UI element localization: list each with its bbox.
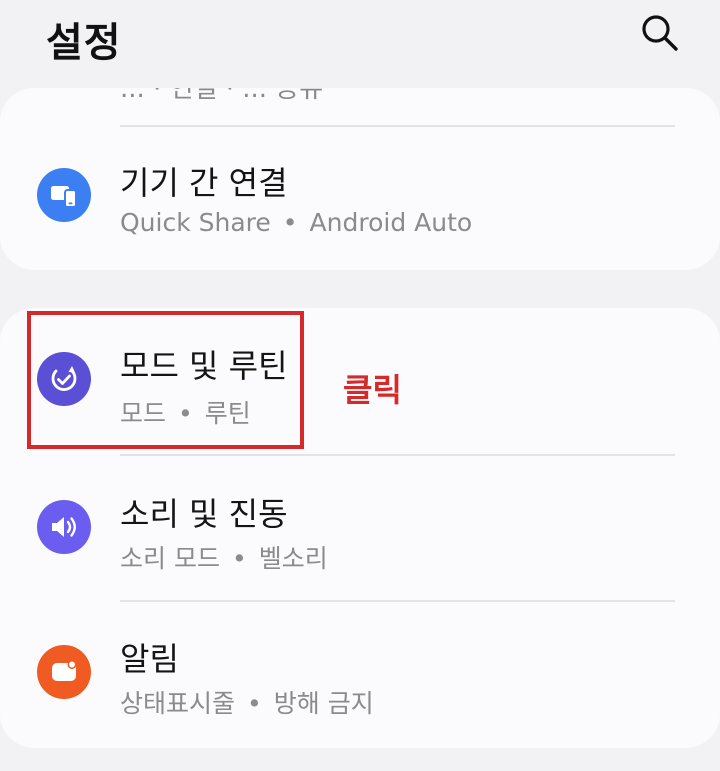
search-icon <box>642 15 678 51</box>
settings-item-connected-devices[interactable]: 기기 간 연결 Quick Share • Android Auto <box>0 128 720 268</box>
volume-icon <box>37 500 91 554</box>
settings-item-sound-vibration[interactable]: 소리 및 진동 소리 모드 • 벨소리 <box>0 456 720 600</box>
settings-item-subtitle: Quick Share • Android Auto <box>120 208 473 237</box>
settings-card-connections: ... · 연결 · ... 공유 기기 간 연결 Quick Share • An… <box>0 88 720 270</box>
divider <box>120 125 675 127</box>
settings-item-notifications[interactable]: 알림 상태표시줄 • 방해 금지 <box>0 602 720 748</box>
settings-item-subtitle: 소리 모드 • 벨소리 <box>120 544 328 573</box>
highlight-box <box>27 311 304 449</box>
app-header: 설정 <box>0 0 720 78</box>
device-connect-icon <box>37 168 91 222</box>
page-title: 설정 <box>46 20 122 66</box>
click-annotation: 클릭 <box>343 371 402 409</box>
settings-item-title: 기기 간 연결 <box>120 164 288 202</box>
search-button[interactable] <box>636 8 684 56</box>
notification-icon <box>37 645 91 699</box>
settings-item-subtitle: 상태표시줄 • 방해 금지 <box>120 689 374 718</box>
settings-item-title: 소리 및 진동 <box>120 495 288 533</box>
settings-item-title: 알림 <box>120 640 179 678</box>
cut-off-row-subtitle: ... · 연결 · ... 공유 <box>120 88 324 104</box>
